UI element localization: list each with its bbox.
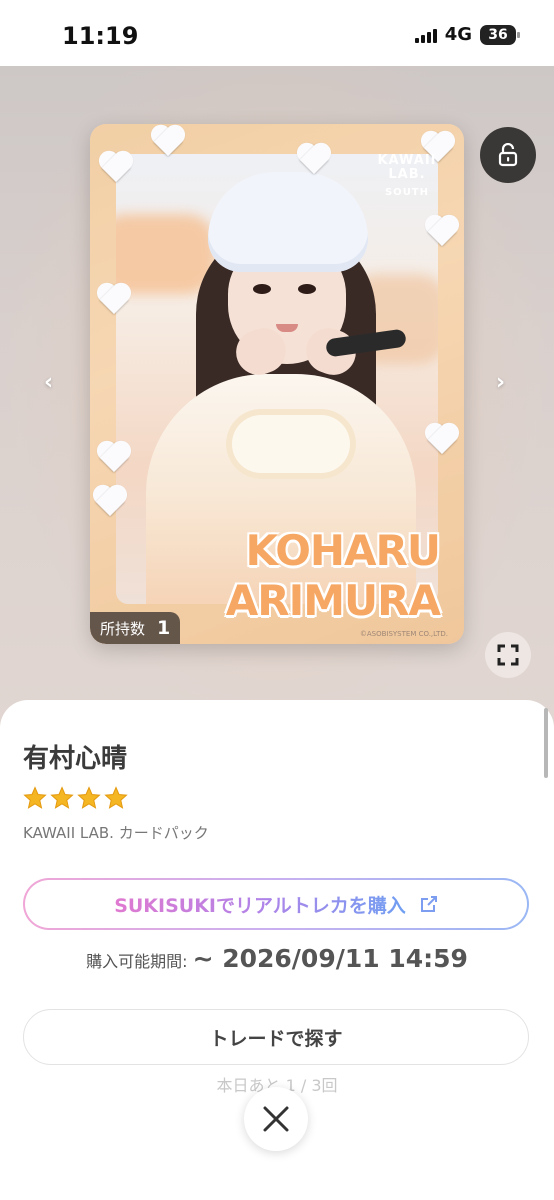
heart-icon [298,144,332,176]
heart-icon [94,486,128,518]
unlock-icon [498,143,518,167]
card-pack-name: KAWAII LAB. カードパック [23,824,209,842]
expand-icon [497,644,519,666]
card-name-line1: KOHARU [245,526,441,575]
heart-icon [426,424,460,456]
member-name: 有村心晴 [23,744,128,774]
period-label: 購入可能期間: [86,952,188,971]
buy-real-card-button[interactable]: SUKISUKIでリアルトレカを購入 [23,878,529,930]
card-copyright: ©ASOBISYSTEM CO.,LTD. [359,630,448,638]
fullscreen-button[interactable] [485,632,531,678]
star-icon [77,786,101,809]
owned-count: 1 [157,617,171,639]
unlock-button[interactable] [480,127,536,183]
card-logo: KAWAII LAB. SOUTH [377,153,437,199]
next-card-button[interactable]: › [496,370,505,395]
external-link-icon [420,896,437,912]
previous-card-button[interactable]: ‹ [44,370,53,395]
buy-button-label: SUKISUKIでリアルトレカを購入 [114,891,406,918]
purchase-period: 購入可能期間: ~ 2026/09/11 14:59 [0,944,554,973]
trading-card[interactable]: KAWAII LAB. SOUTH KOHARU ARIMURA ©ASOBIS… [90,124,464,644]
status-bar: 11:19 4G 36 [0,0,554,70]
period-value: ~ 2026/09/11 14:59 [192,944,468,973]
heart-icon [100,152,134,184]
scrollbar[interactable] [544,708,548,778]
owned-count-badge: 所持数 1 [90,612,181,644]
star-icon [23,786,47,809]
signal-icon [414,27,437,43]
owned-label: 所持数 [100,619,146,638]
status-time: 11:19 [62,22,139,50]
battery-icon: 36 [480,24,520,45]
heart-icon [98,442,132,474]
heart-icon [152,126,186,158]
heart-icon [98,284,132,316]
close-icon [263,1106,289,1132]
rarity-stars [23,786,128,810]
status-indicators: 4G 36 [414,24,520,45]
network-type: 4G [444,24,472,45]
close-button[interactable] [244,1087,308,1151]
heart-icon [426,216,460,248]
search-by-trade-button[interactable]: トレードで探す [23,1009,529,1065]
star-icon [104,786,128,809]
star-icon [50,786,74,809]
